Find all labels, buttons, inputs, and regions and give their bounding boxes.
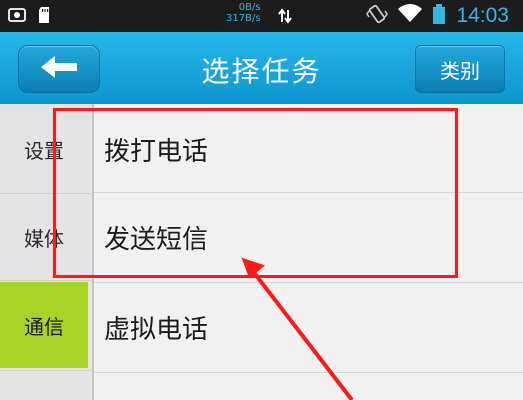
divider xyxy=(0,280,92,281)
status-right: 14:03 xyxy=(366,3,509,29)
status-bar: 0B/s 317B/s 14:03 xyxy=(0,0,523,32)
sidebar-item-media[interactable]: 媒体 xyxy=(0,194,88,280)
sidebar-item-label: 设置 xyxy=(24,138,64,163)
vibrate-icon xyxy=(366,3,389,29)
sidebar-item-settings[interactable]: 设置 xyxy=(0,106,88,192)
network-speed: 0B/s 317B/s xyxy=(226,2,261,24)
task-item-send-sms[interactable]: 发送短信 xyxy=(94,192,523,282)
wifi-icon xyxy=(398,4,423,28)
task-item-virtual-call[interactable]: 虚拟电话 xyxy=(94,282,523,372)
clock-time: 14:03 xyxy=(456,4,509,27)
battery-icon xyxy=(432,3,446,29)
task-label: 虚拟电话 xyxy=(104,314,209,345)
task-label: 拨打电话 xyxy=(104,136,209,167)
divider xyxy=(0,370,92,371)
sidebar-item-label: 媒体 xyxy=(24,226,64,251)
speed-down-text: 317B/s xyxy=(226,13,261,24)
status-left xyxy=(8,6,50,28)
task-list: 拨打电话 发送短信 虚拟电话 xyxy=(94,104,523,400)
photo-icon xyxy=(8,6,26,28)
sidebar-item-label: 通信 xyxy=(24,314,64,339)
task-label: 发送短信 xyxy=(104,224,209,255)
category-sidebar: 设置 媒体 通信 xyxy=(0,104,94,400)
task-item-make-call[interactable]: 拨打电话 xyxy=(94,104,523,194)
app-header: 选择任务 类别 xyxy=(0,32,523,104)
sidebar-item-communication[interactable]: 通信 xyxy=(0,282,88,368)
sd-card-icon xyxy=(38,6,50,28)
data-arrows-icon xyxy=(278,8,292,28)
divider xyxy=(94,372,523,373)
speed-up-text: 0B/s xyxy=(238,2,261,13)
category-button[interactable]: 类别 xyxy=(415,45,505,93)
